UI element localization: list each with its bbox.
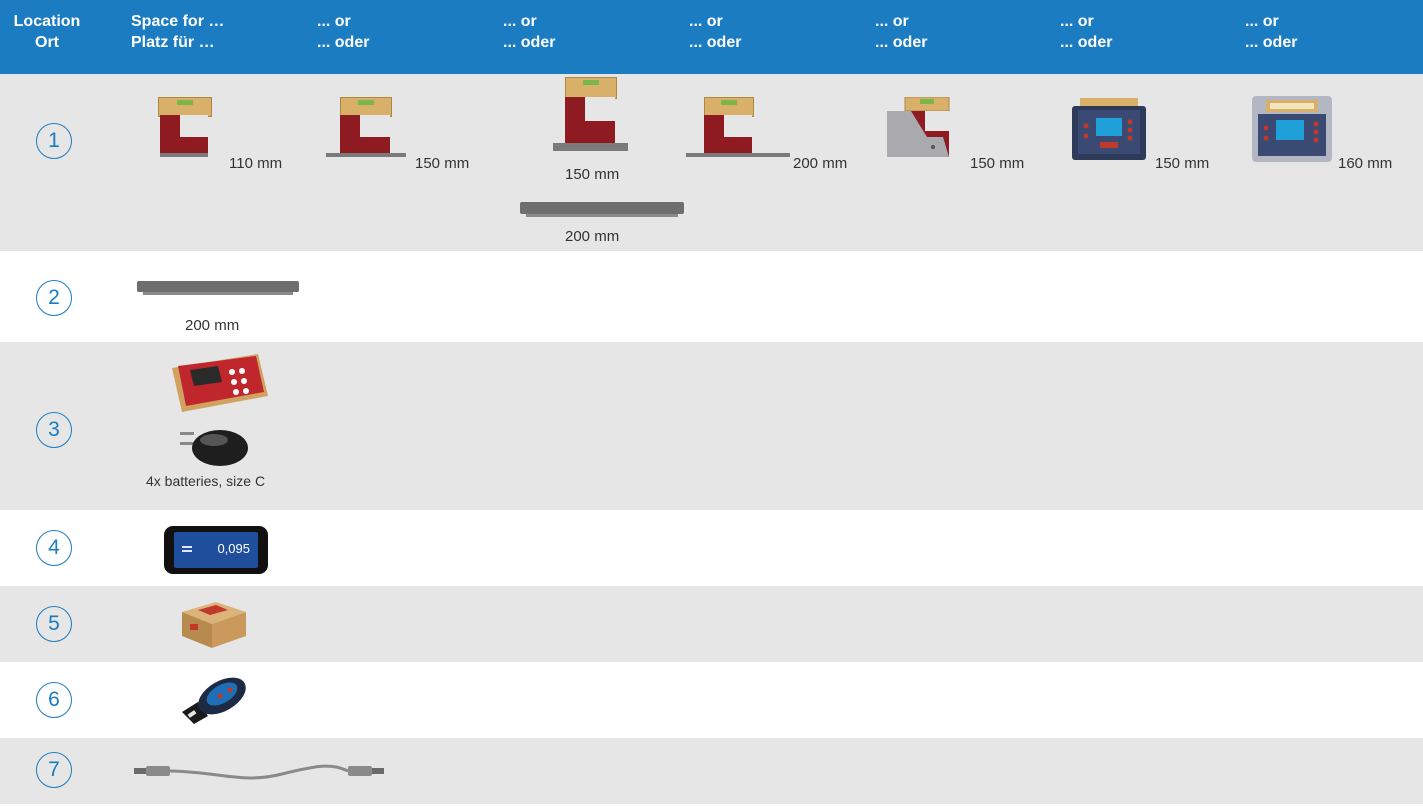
level-red-200-image <box>686 97 790 157</box>
header-space-for: Space for … Platz für … <box>131 13 225 51</box>
header-or-1: ... or... oder <box>317 13 370 51</box>
location-number-3: 3 <box>36 412 72 448</box>
level-red-150-with-bar-image <box>553 77 628 153</box>
header-or-2: ... or... oder <box>503 13 556 51</box>
header-or-3: ... or... oder <box>689 13 742 51</box>
table-row-7: 7 <box>0 738 1423 804</box>
electronic-unit-red-image <box>168 352 272 414</box>
table-row-3: 3 4x batteries, size C <box>0 342 1423 510</box>
location-number-1: 1 <box>36 123 72 159</box>
header-or-5: ... or... oder <box>1060 13 1113 51</box>
base-bar-200-image <box>137 281 299 295</box>
level-red-110-image <box>158 97 212 157</box>
wireless-key-fob-image <box>178 672 250 728</box>
size-label: 200 mm <box>565 228 620 245</box>
location-number-5: 5 <box>36 606 72 642</box>
table-row-5: 5 <box>0 586 1423 662</box>
level-red-150-image <box>326 97 406 157</box>
header-location: Location Ort <box>13 13 81 51</box>
size-label: 200 mm <box>793 155 848 172</box>
electronic-level-150-image <box>1070 96 1148 162</box>
table-row-6: 6 <box>0 662 1423 738</box>
size-label: 110 mm <box>229 155 283 172</box>
size-label: 160 mm <box>1338 155 1393 172</box>
location-number-7: 7 <box>36 752 72 788</box>
level-prism-150-image <box>887 96 967 159</box>
size-label: 150 mm <box>1155 155 1210 172</box>
table-row-1: 1 110 mm 150 mm 150 mm 200 mm 200 mm 150… <box>0 74 1423 251</box>
header-or-4: ... or... oder <box>875 13 928 51</box>
tablet-display-image: 0,095 <box>164 526 268 574</box>
small-box-sensor-image <box>176 598 250 650</box>
batteries-label: 4x batteries, size C <box>146 473 266 489</box>
size-label: 200 mm <box>185 317 240 334</box>
connection-cable-image <box>132 754 386 786</box>
location-number-2: 2 <box>36 280 72 316</box>
location-number-6: 6 <box>36 682 72 718</box>
base-bar-200-image <box>520 202 684 217</box>
usb-charger-image <box>180 424 250 468</box>
header-or-6: ... or... oder <box>1245 13 1298 51</box>
size-label: 150 mm <box>970 155 1025 172</box>
table-row-4: 4 0,095 <box>0 510 1423 586</box>
electronic-level-160-image <box>1252 96 1332 162</box>
display-value: 0,095 <box>217 541 250 556</box>
table-header: Location Ort Space for … Platz für … ... o… <box>0 0 1423 74</box>
location-number-4: 4 <box>36 530 72 566</box>
size-label: 150 mm <box>415 155 470 172</box>
table-row-2: 2 200 mm <box>0 251 1423 342</box>
size-label: 150 mm <box>565 166 620 183</box>
